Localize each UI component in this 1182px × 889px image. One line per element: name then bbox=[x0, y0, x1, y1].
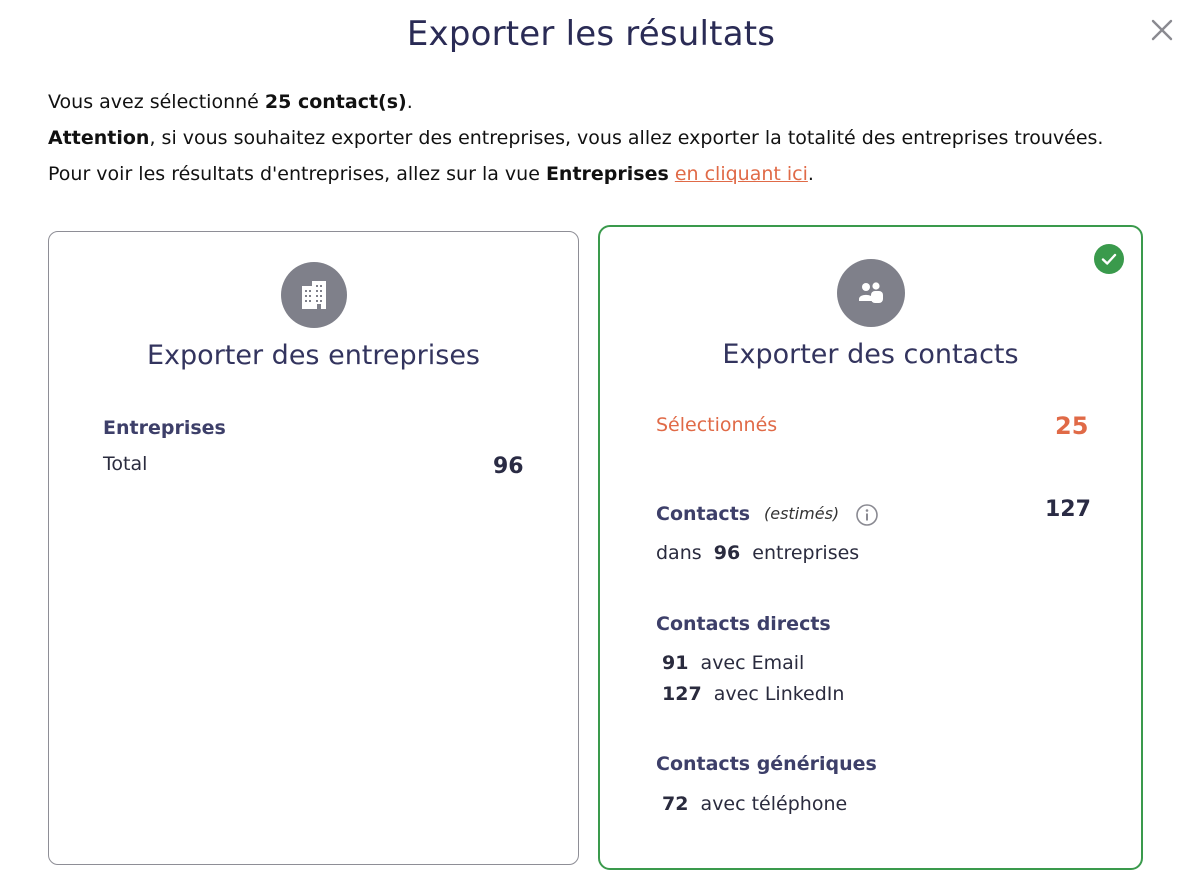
close-icon bbox=[1151, 19, 1173, 41]
generic-contacts-label: Contacts génériques bbox=[656, 753, 877, 775]
info-icon[interactable] bbox=[855, 503, 879, 527]
phone-contacts: 72 avec téléphone bbox=[662, 793, 848, 815]
companies-total-value: 96 bbox=[493, 454, 524, 479]
selected-count: 25 contact(s) bbox=[264, 91, 407, 113]
linkedin-contacts-count: 127 bbox=[662, 683, 702, 705]
contacts-in-companies: dans 96 entreprises bbox=[656, 542, 860, 564]
linkedin-contacts: 127 avec LinkedIn bbox=[662, 683, 845, 705]
intro-line-selection: Vous avez sélectionné 25 contact(s). bbox=[48, 91, 413, 113]
building-icon bbox=[302, 281, 326, 309]
intro-text: Vous avez sélectionné 25 contact(s). Att… bbox=[48, 84, 1158, 192]
contacts-companies-count: 96 bbox=[713, 542, 741, 564]
intro-line-warning: Attention, si vous souhaitez exporter de… bbox=[48, 127, 1104, 149]
companies-total-label: Total bbox=[103, 453, 148, 475]
contacts-estimated-label: Contacts bbox=[656, 503, 751, 525]
companies-view-link[interactable]: en cliquant ici bbox=[675, 163, 808, 185]
email-contacts-count: 91 bbox=[662, 652, 689, 674]
email-contacts: 91 avec Email bbox=[662, 652, 805, 674]
selected-contacts-value: 25 bbox=[1055, 412, 1089, 440]
users-icon bbox=[859, 282, 883, 303]
close-button[interactable] bbox=[1146, 14, 1178, 46]
export-contacts-title: Exporter des contacts bbox=[722, 339, 1019, 370]
contacts-estimated-value: 127 bbox=[1045, 497, 1091, 522]
phone-contacts-count: 72 bbox=[662, 793, 689, 815]
building-icon-badge bbox=[281, 262, 347, 328]
export-companies-card[interactable]: Exporter des entreprises Entreprises Tot… bbox=[48, 231, 579, 865]
warning-label: Attention bbox=[48, 127, 150, 149]
export-contacts-card[interactable]: Exporter des contacts Sélectionnés 25 Co… bbox=[598, 225, 1143, 870]
selected-contacts-label: Sélectionnés bbox=[656, 414, 778, 436]
direct-contacts-label: Contacts directs bbox=[656, 613, 831, 635]
check-circle-icon bbox=[1094, 244, 1124, 274]
users-icon-badge bbox=[837, 259, 905, 327]
estimated-note: (estimés) bbox=[764, 504, 840, 523]
modal-title: Exporter les résultats bbox=[406, 14, 776, 54]
export-companies-title: Exporter des entreprises bbox=[147, 340, 480, 371]
companies-section-label: Entreprises bbox=[103, 417, 226, 439]
intro-line-companies-view: Pour voir les résultats d'entreprises, a… bbox=[48, 163, 814, 185]
